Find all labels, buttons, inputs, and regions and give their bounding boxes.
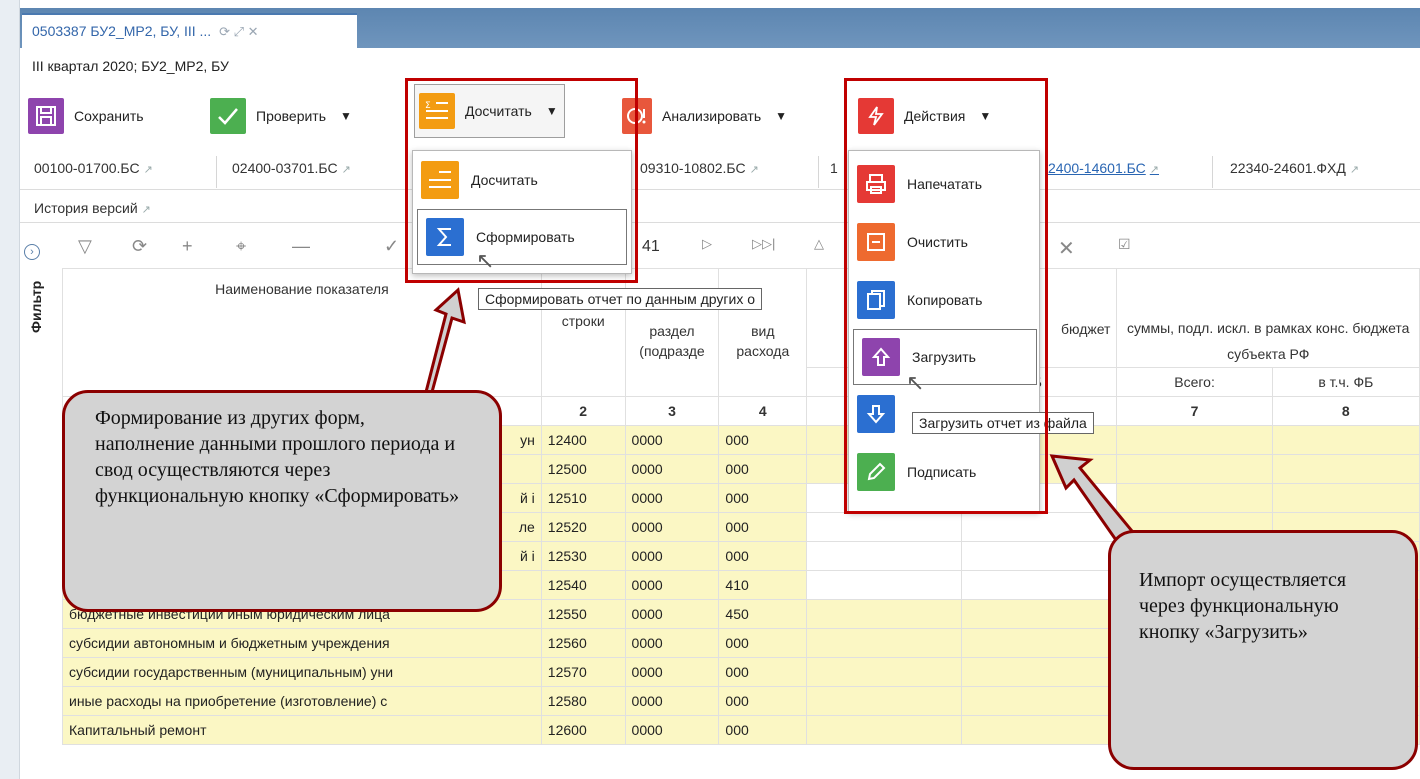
callout-upload: Импорт осуществляется через функциональн… xyxy=(1108,530,1418,770)
arrow-to-generate xyxy=(412,287,466,394)
callout-generate: Формирование из других форм, наполнение … xyxy=(62,390,502,612)
